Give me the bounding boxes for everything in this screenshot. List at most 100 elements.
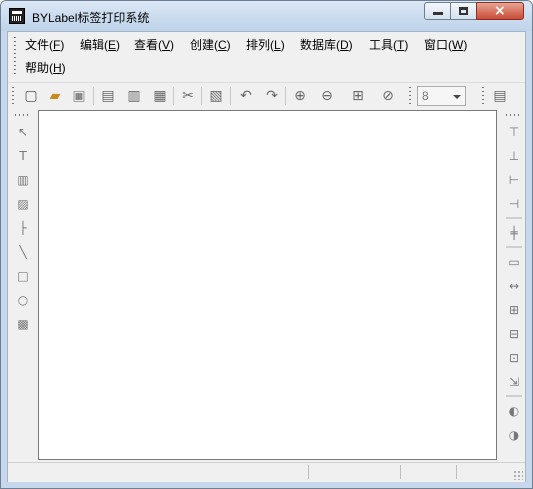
toolbar-separator bbox=[201, 87, 202, 105]
app-window: BYLabel标签打印系统 × 文件(F) 编辑(E) 查看(V) 创建(C) … bbox=[0, 0, 533, 489]
line-tool-icon[interactable]: ├ bbox=[15, 220, 31, 236]
menu-label-tail: ) bbox=[280, 38, 285, 52]
status-cell bbox=[456, 465, 457, 479]
menu-label: 窗口( bbox=[424, 38, 452, 52]
print-icon[interactable]: ▤ bbox=[100, 88, 116, 104]
menu-hotkey: C bbox=[218, 38, 227, 52]
image-tool-icon[interactable]: ▨ bbox=[15, 196, 31, 212]
resize-grip[interactable] bbox=[513, 470, 523, 480]
rotate-right-icon[interactable]: ◑ bbox=[506, 427, 522, 443]
toolbar-grip[interactable] bbox=[506, 114, 522, 116]
rectangle-tool-icon[interactable]: □ bbox=[15, 268, 31, 284]
align-top-icon[interactable]: ⊤ bbox=[506, 124, 522, 140]
menu-hotkey: E bbox=[108, 38, 117, 52]
fit-window-icon[interactable]: ⊞ bbox=[350, 88, 366, 104]
zoom-in-icon[interactable]: ⊕ bbox=[292, 88, 308, 104]
same-size-icon[interactable]: ⊡ bbox=[506, 350, 522, 366]
toolbar-grip[interactable] bbox=[409, 87, 411, 105]
toolbar-separator bbox=[93, 87, 94, 105]
title-bar[interactable]: BYLabel标签打印系统 × bbox=[1, 1, 532, 31]
center-vertical-icon[interactable]: ▭ bbox=[506, 254, 522, 270]
save-icon[interactable]: ▣ bbox=[71, 88, 87, 104]
status-bar bbox=[8, 462, 525, 482]
app-barcode-icon bbox=[9, 8, 25, 24]
menu-edit[interactable]: 编辑(E) bbox=[80, 38, 120, 52]
print-setup-icon[interactable]: ▥ bbox=[126, 88, 142, 104]
menu-help[interactable]: 帮助(H) bbox=[25, 61, 66, 75]
distribute-vertical-icon[interactable]: ⇲ bbox=[506, 374, 522, 390]
same-height-icon[interactable]: ⊟ bbox=[506, 326, 522, 342]
alignment-toolbar: ⊤ ⊥ ⊢ ⊣ ╪ ▭ ↔ ⊞ ⊟ ⊡ ⇲ ◐ ◑ bbox=[503, 114, 525, 466]
menu-label-tail: ) bbox=[60, 38, 65, 52]
cut-icon[interactable]: ✂ bbox=[180, 88, 196, 104]
status-cell bbox=[400, 465, 401, 479]
menu-hotkey: W bbox=[452, 38, 464, 52]
align-bottom-icon[interactable]: ⊥ bbox=[506, 148, 522, 164]
redo-icon[interactable]: ↷ bbox=[264, 88, 280, 104]
toolbar-separator bbox=[506, 246, 522, 248]
toolbar-grip[interactable] bbox=[15, 114, 31, 116]
zoom-combobox[interactable]: 8 bbox=[417, 86, 466, 106]
barcode-tool-icon[interactable]: ▥ bbox=[15, 172, 31, 188]
menu-label-tail: ) bbox=[116, 38, 121, 52]
graphic-tool-icon[interactable]: ▩ bbox=[15, 316, 31, 332]
menu-hotkey: H bbox=[53, 61, 62, 75]
menu-label: 数据库( bbox=[300, 38, 340, 52]
menu-label: 编辑( bbox=[80, 38, 108, 52]
menu-create[interactable]: 创建(C) bbox=[190, 38, 231, 52]
label-canvas[interactable] bbox=[38, 110, 497, 460]
new-file-icon[interactable]: ▢ bbox=[23, 88, 39, 104]
menu-window[interactable]: 窗口(W) bbox=[424, 38, 467, 52]
menu-label-tail: ) bbox=[348, 38, 353, 52]
distribute-horizontal-icon[interactable]: ↔ bbox=[506, 278, 522, 294]
same-width-icon[interactable]: ⊞ bbox=[506, 302, 522, 318]
menu-hotkey: V bbox=[162, 38, 171, 52]
open-folder-icon[interactable]: ▰ bbox=[47, 88, 63, 104]
print-preview-icon[interactable]: ▦ bbox=[152, 88, 168, 104]
menu-file[interactable]: 文件(F) bbox=[25, 38, 64, 52]
menu-database[interactable]: 数据库(D) bbox=[300, 38, 353, 52]
toolbar-grip[interactable] bbox=[12, 87, 14, 105]
no-zoom-icon[interactable]: ⊘ bbox=[380, 88, 396, 104]
toolbar-separator bbox=[285, 87, 286, 105]
pointer-tool-icon[interactable]: ↖ bbox=[15, 124, 31, 140]
ellipse-tool-icon[interactable]: ○ bbox=[15, 292, 31, 308]
main-toolbar: ▢ ▰ ▣ ▤ ▥ ▦ ✂ ▧ ↶ ↷ ⊕ ⊖ ⊞ ⊘ 8 ▤ bbox=[8, 82, 525, 110]
text-tool-icon[interactable]: T bbox=[15, 148, 31, 164]
toolbar-separator bbox=[173, 87, 174, 105]
menu-arrange[interactable]: 排列(L) bbox=[246, 38, 285, 52]
menu-tools[interactable]: 工具(T) bbox=[369, 38, 408, 52]
zoom-out-icon[interactable]: ⊖ bbox=[319, 88, 335, 104]
diagonal-line-tool-icon[interactable]: ╲ bbox=[15, 244, 31, 260]
menu-label: 文件( bbox=[25, 38, 53, 52]
main-frame: 文件(F) 编辑(E) 查看(V) 创建(C) 排列(L) 数据库(D) 工具(… bbox=[7, 31, 526, 482]
chevron-down-icon[interactable] bbox=[453, 95, 461, 99]
toolbar-grip[interactable] bbox=[482, 87, 484, 105]
minimize-button[interactable] bbox=[424, 2, 451, 20]
toolbar-separator bbox=[506, 217, 522, 219]
menu-label: 帮助( bbox=[25, 61, 53, 75]
rotate-left-icon[interactable]: ◐ bbox=[506, 403, 522, 419]
window-title: BYLabel标签打印系统 bbox=[32, 11, 150, 25]
menu-label-tail: ) bbox=[463, 38, 468, 52]
align-left-icon[interactable]: ⊢ bbox=[506, 172, 522, 188]
maximize-button[interactable] bbox=[450, 2, 477, 20]
toolbar-separator bbox=[230, 87, 231, 105]
status-cell bbox=[308, 465, 309, 479]
toolbar-separator bbox=[506, 395, 522, 397]
zoom-value: 8 bbox=[422, 89, 429, 103]
menu-hotkey: D bbox=[340, 38, 349, 52]
menu-label: 工具( bbox=[369, 38, 397, 52]
paste-icon[interactable]: ▧ bbox=[208, 88, 224, 104]
database-tool-icon[interactable]: ▤ bbox=[492, 88, 508, 104]
center-horizontal-icon[interactable]: ╪ bbox=[506, 225, 522, 241]
undo-icon[interactable]: ↶ bbox=[238, 88, 254, 104]
close-button[interactable]: × bbox=[476, 2, 524, 20]
minimize-icon bbox=[433, 12, 443, 15]
menu-bar: 文件(F) 编辑(E) 查看(V) 创建(C) 排列(L) 数据库(D) 工具(… bbox=[8, 32, 525, 80]
align-right-icon[interactable]: ⊣ bbox=[506, 196, 522, 212]
menu-grip[interactable] bbox=[14, 37, 16, 75]
menu-view[interactable]: 查看(V) bbox=[134, 38, 174, 52]
drawing-toolbar: ↖ T ▥ ▨ ├ ╲ □ ○ ▩ bbox=[12, 114, 34, 466]
menu-label: 查看( bbox=[134, 38, 162, 52]
